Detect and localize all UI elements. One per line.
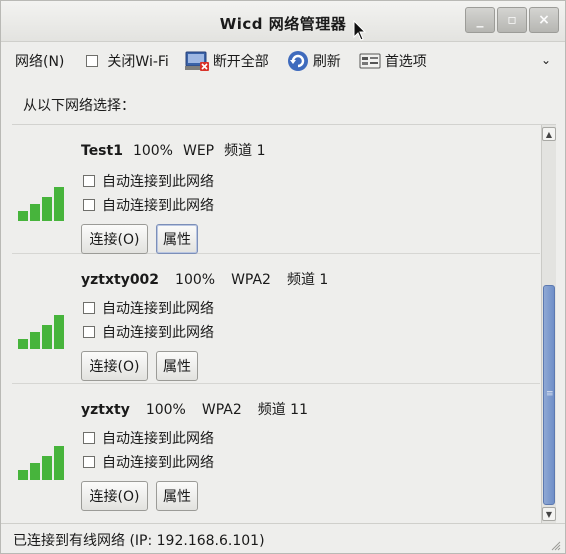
network-header: yztxty002 100% WPA2 频道 1 bbox=[81, 269, 328, 289]
disconnect-all-button[interactable]: 断开全部 bbox=[184, 46, 269, 76]
autoconnect-label: 自动连接到此网络 bbox=[102, 325, 214, 341]
autoconnect-checkbox[interactable] bbox=[83, 302, 95, 314]
properties-button[interactable]: 属性 bbox=[156, 481, 198, 511]
refresh-label: 刷新 bbox=[312, 54, 341, 70]
connection-status: 已连接到有线网络 (IP: 192.168.6.101) bbox=[13, 533, 265, 549]
network-ssid: yztxty bbox=[81, 402, 130, 418]
close-button[interactable]: × bbox=[529, 7, 559, 33]
network-ssid: yztxty002 bbox=[81, 272, 160, 288]
connect-button[interactable]: 连接(O) bbox=[81, 481, 148, 511]
choose-network-prompt: 从以下网络选择： bbox=[23, 98, 135, 114]
network-channel: 频道 1 bbox=[224, 143, 266, 159]
vertical-scrollbar[interactable]: ▲ ≡ ▼ bbox=[541, 125, 556, 523]
signal-strength-icon bbox=[18, 446, 74, 480]
autoconnect-checkbox[interactable] bbox=[83, 456, 95, 468]
wicd-window: Wicd 网络管理器 _ ▫ × 网络(N) 关闭Wi-Fi 断开全部 刷新 首… bbox=[0, 0, 566, 554]
window-controls: _ ▫ × bbox=[465, 7, 559, 33]
toolbar: 网络(N) 关闭Wi-Fi 断开全部 刷新 首选项 ⌄ bbox=[1, 42, 565, 80]
network-channel: 频道 1 bbox=[286, 272, 329, 288]
autoconnect-row[interactable]: 自动连接到此网络 bbox=[83, 171, 214, 191]
disable-wifi-button[interactable]: 关闭Wi-Fi bbox=[86, 46, 169, 76]
computer-disconnect-icon bbox=[184, 51, 209, 71]
network-encryption: WPA2 bbox=[201, 402, 242, 418]
title-bar[interactable]: Wicd 网络管理器 _ ▫ × bbox=[1, 1, 565, 42]
network-menu-label: 网络(N) bbox=[15, 54, 65, 70]
network-ssid: Test1 bbox=[81, 143, 123, 159]
properties-button[interactable]: 属性 bbox=[156, 224, 198, 254]
resize-grip-icon[interactable] bbox=[549, 539, 561, 551]
signal-strength-icon bbox=[18, 315, 74, 349]
signal-strength-icon bbox=[18, 187, 74, 221]
network-channel: 频道 11 bbox=[257, 402, 308, 418]
network-encryption: WPA2 bbox=[231, 272, 271, 288]
disconnect-all-label: 断开全部 bbox=[212, 54, 269, 70]
network-header: Test1 100% WEP 频道 1 bbox=[81, 140, 265, 160]
network-encryption: WEP bbox=[182, 143, 215, 159]
autoconnect-checkbox[interactable] bbox=[83, 432, 95, 444]
network-strength: 100% bbox=[175, 272, 216, 288]
connect-button[interactable]: 连接(O) bbox=[81, 224, 148, 254]
autoconnect-checkbox[interactable] bbox=[83, 175, 95, 187]
connect-button[interactable]: 连接(O) bbox=[81, 351, 148, 381]
autoconnect-row[interactable]: 自动连接到此网络 bbox=[83, 195, 214, 215]
network-strength: 100% bbox=[132, 143, 173, 159]
disable-wifi-checkbox[interactable] bbox=[86, 55, 99, 67]
network-entry: yztxty002 100% WPA2 频道 1 自动连接到此网络 自动连接到此网络 … bbox=[12, 255, 540, 384]
toolbar-overflow-chevron-icon[interactable]: ⌄ bbox=[541, 53, 551, 67]
preferences-icon bbox=[359, 53, 381, 69]
network-list: Test1 100% WEP 频道 1 自动连接到此网络 自动连接到此网络 连接(O)… bbox=[12, 124, 556, 523]
autoconnect-checkbox[interactable] bbox=[83, 199, 95, 211]
preferences-label: 首选项 bbox=[384, 54, 427, 70]
autoconnect-row[interactable]: 自动连接到此网络 bbox=[83, 322, 214, 342]
scrollbar-thumb[interactable]: ≡ bbox=[543, 285, 555, 505]
autoconnect-label: 自动连接到此网络 bbox=[102, 301, 214, 317]
refresh-icon bbox=[287, 51, 308, 71]
mouse-cursor-icon bbox=[353, 20, 367, 41]
minimize-button[interactable]: _ bbox=[465, 7, 495, 33]
maximize-button[interactable]: ▫ bbox=[497, 7, 527, 33]
scroll-down-arrow-icon[interactable]: ▼ bbox=[542, 507, 556, 521]
network-menu[interactable]: 网络(N) bbox=[15, 46, 64, 76]
autoconnect-label: 自动连接到此网络 bbox=[102, 174, 214, 190]
network-entry: yztxty 100% WPA2 频道 11 自动连接到此网络 自动连接到此网络 连接… bbox=[12, 385, 540, 513]
autoconnect-checkbox[interactable] bbox=[83, 326, 95, 338]
autoconnect-label: 自动连接到此网络 bbox=[102, 198, 214, 214]
properties-button[interactable]: 属性 bbox=[156, 351, 198, 381]
autoconnect-row[interactable]: 自动连接到此网络 bbox=[83, 452, 214, 472]
autoconnect-label: 自动连接到此网络 bbox=[102, 431, 214, 447]
autoconnect-row[interactable]: 自动连接到此网络 bbox=[83, 428, 214, 448]
network-entry: Test1 100% WEP 频道 1 自动连接到此网络 自动连接到此网络 连接(O)… bbox=[12, 125, 540, 254]
refresh-button[interactable]: 刷新 bbox=[287, 46, 341, 76]
preferences-button[interactable]: 首选项 bbox=[359, 46, 427, 76]
scrollbar-grip-icon: ≡ bbox=[546, 389, 554, 399]
network-strength: 100% bbox=[145, 402, 186, 418]
autoconnect-label: 自动连接到此网络 bbox=[102, 455, 214, 471]
network-header: yztxty 100% WPA2 频道 11 bbox=[81, 399, 308, 419]
autoconnect-row[interactable]: 自动连接到此网络 bbox=[83, 298, 214, 318]
status-bar: 已连接到有线网络 (IP: 192.168.6.101) bbox=[1, 523, 565, 554]
disable-wifi-label: 关闭Wi-Fi bbox=[107, 54, 169, 70]
scroll-up-arrow-icon[interactable]: ▲ bbox=[542, 127, 556, 141]
